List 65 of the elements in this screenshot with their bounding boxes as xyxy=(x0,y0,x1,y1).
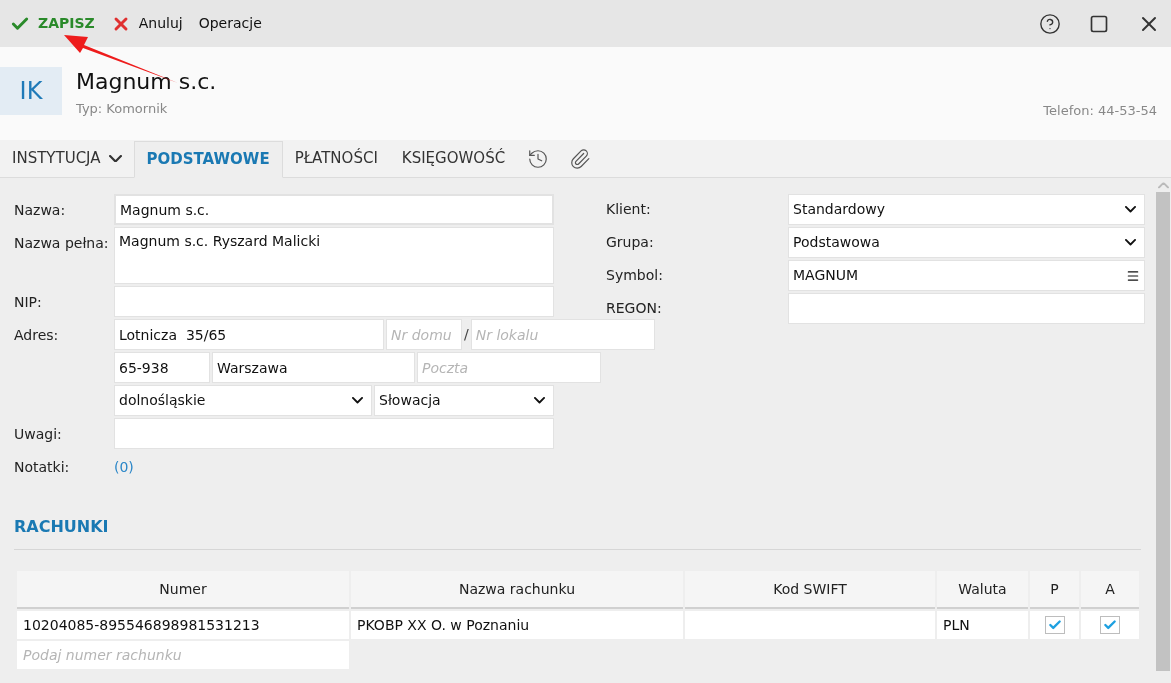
dropdown-field[interactable]: Podstawowa xyxy=(788,227,1145,258)
save-button[interactable]: ZAPISZ xyxy=(10,13,95,34)
column-header: P xyxy=(1030,571,1079,609)
street-field[interactable]: Lotnicza 35/65 xyxy=(114,319,384,350)
maximize-icon[interactable] xyxy=(1089,13,1109,34)
chevron-down-icon xyxy=(108,154,122,163)
paperclip-icon[interactable] xyxy=(569,147,592,170)
list-icon[interactable] xyxy=(1126,268,1140,283)
field-label: REGON: xyxy=(606,299,663,318)
table-cell: PLN xyxy=(937,611,1028,639)
dropdown-field[interactable]: Słowacja xyxy=(374,385,554,416)
chevron-up-icon xyxy=(1157,182,1169,189)
column-header: Waluta xyxy=(937,571,1028,609)
field-label: Adres: xyxy=(14,326,59,343)
column-header: A xyxy=(1081,571,1139,609)
help-icon[interactable] xyxy=(1039,12,1061,35)
history-icon[interactable] xyxy=(527,147,550,170)
name-field[interactable]: Magnum s.c. xyxy=(114,194,554,225)
field-label: Nazwa: xyxy=(14,201,66,218)
table-cell: PKOBP XX O. w Poznaniu xyxy=(351,611,683,639)
section-title: RACHUNKI xyxy=(14,516,110,538)
house-number-field[interactable]: Nr domu xyxy=(386,319,462,350)
chevron-down-icon xyxy=(1125,206,1136,213)
field-label: Notatki: xyxy=(14,459,70,475)
nip-field[interactable] xyxy=(114,286,554,317)
notes-link[interactable]: (0) xyxy=(114,456,134,478)
column-header: Numer xyxy=(17,571,349,609)
record-title: Magnum s.c. xyxy=(76,68,217,96)
postcode-field[interactable]: 65-938 xyxy=(114,352,210,383)
tab[interactable]: PŁATNOŚCI xyxy=(282,140,390,177)
tab[interactable]: INSTYTUCJA xyxy=(0,140,134,177)
chevron-down-icon xyxy=(1125,239,1136,246)
dropdown-field[interactable]: dolnośląskie xyxy=(114,385,372,416)
checkbox[interactable] xyxy=(1100,616,1120,634)
field-label: Symbol: xyxy=(606,266,664,285)
cancel-button[interactable]: Anuluj xyxy=(110,13,183,34)
field-label: Klient: xyxy=(606,200,652,219)
flat-number-field[interactable]: Nr lokalu xyxy=(470,319,655,350)
city-field[interactable]: Warszawa xyxy=(212,352,415,383)
field-label: Uwagi: xyxy=(14,425,62,442)
table-cell: 10204085-895546898981531213 xyxy=(17,611,349,639)
field-label: Nazwa pełna: xyxy=(14,235,109,251)
check-icon xyxy=(1103,618,1117,632)
post-office-field[interactable]: Poczta xyxy=(417,352,601,383)
chevron-down-icon xyxy=(534,397,545,404)
checkbox[interactable] xyxy=(1044,616,1065,634)
record-type: Typ: Komornik xyxy=(76,100,169,118)
column-header: Nazwa rachunku xyxy=(351,571,683,609)
phone-text: Telefon: 44-53-54 xyxy=(1043,101,1157,120)
field-label: NIP: xyxy=(14,293,42,310)
separator-text: / xyxy=(464,325,469,344)
chevron-down-icon xyxy=(352,397,363,404)
remarks-field[interactable] xyxy=(114,418,554,449)
full-name-field[interactable]: Magnum s.c. Ryszard Malicki xyxy=(114,227,554,284)
dropdown-field[interactable]: Standardowy xyxy=(788,194,1145,225)
field-label: Grupa: xyxy=(606,233,655,252)
operations-button[interactable]: Operacje xyxy=(198,13,262,34)
column-header: Kod SWIFT xyxy=(685,571,935,609)
tab[interactable]: KSIĘGOWOŚĆ xyxy=(389,140,518,177)
check-icon xyxy=(1047,618,1062,632)
symbol-field[interactable]: MAGNUM xyxy=(788,260,1145,291)
regon-field[interactable] xyxy=(788,293,1145,324)
account-number-field[interactable]: Podaj numer rachunku xyxy=(17,641,349,669)
initials-avatar: IK xyxy=(0,67,62,115)
tab[interactable]: PODSTAWOWE xyxy=(133,141,283,178)
